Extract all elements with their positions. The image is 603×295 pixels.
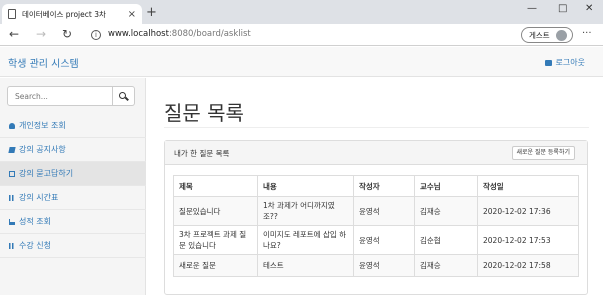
panel-heading: 내가 한 질문 목록 새로운 질문 등록하기 bbox=[165, 141, 587, 165]
search-input[interactable] bbox=[7, 86, 113, 106]
divider bbox=[164, 127, 589, 128]
back-icon[interactable]: ← bbox=[9, 27, 19, 41]
cell-title[interactable]: 새로운 질문 bbox=[173, 254, 258, 277]
page-icon bbox=[8, 9, 16, 19]
table-row[interactable]: 질문있습니다 1차 과제가 어디까지였조?? 윤영석 김재승 2020-12-0… bbox=[173, 196, 579, 226]
sidebar-item-label: 개인정보 조회 bbox=[19, 121, 66, 130]
profile-label: 게스트 bbox=[529, 30, 550, 40]
page-title: 질문 목록 bbox=[164, 101, 244, 125]
cell-title[interactable]: 질문있습니다 bbox=[173, 196, 258, 226]
sidebar-item-grades[interactable]: 성적 조회 bbox=[0, 210, 146, 234]
column-header-date[interactable]: 작성일 bbox=[477, 175, 579, 197]
cell-author: 윤영석 bbox=[353, 225, 415, 255]
sidebar-item-label: 강의 시간표 bbox=[19, 193, 59, 202]
sidebar-item-timetable[interactable]: 강의 시간표 bbox=[0, 186, 146, 210]
table-row[interactable]: 새로운 질문 테스트 윤영석 김재승 2020-12-02 17:58 bbox=[173, 254, 579, 277]
tab-title: 데이터베이스 project 3차 bbox=[22, 9, 106, 19]
user-icon bbox=[9, 122, 15, 129]
logout-link[interactable]: 로그아웃 bbox=[544, 57, 585, 68]
cell-date: 2020-12-02 17:36 bbox=[477, 196, 579, 226]
cell-professor: 김순협 bbox=[414, 225, 478, 255]
new-question-button[interactable]: 새로운 질문 등록하기 bbox=[511, 146, 575, 160]
browser-tab[interactable]: 데이터베이스 project 3차 × bbox=[2, 4, 142, 24]
table-icon bbox=[9, 194, 15, 201]
browser-toolbar: ← → ↻ i www.localhost:8080/board/asklist… bbox=[0, 24, 603, 46]
logout-label: 로그아웃 bbox=[555, 58, 585, 67]
sidebar-item-label: 강의 공지사항 bbox=[19, 145, 66, 154]
cell-date: 2020-12-02 17:53 bbox=[477, 225, 579, 255]
search-button[interactable] bbox=[113, 86, 135, 106]
tab-close-icon[interactable]: × bbox=[128, 9, 136, 20]
question-list-panel: 내가 한 질문 목록 새로운 질문 등록하기 제목 내용 작성자 교수님 작성일… bbox=[164, 140, 588, 295]
browser-tab-bar: 데이터베이스 project 3차 × + — □ ✕ bbox=[0, 0, 603, 24]
more-menu-icon[interactable]: ··· bbox=[582, 28, 592, 39]
address-bar[interactable]: www.localhost:8080/board/asklist bbox=[108, 29, 251, 39]
cell-author: 윤영석 bbox=[353, 254, 415, 277]
cell-content: 이미지도 레포트에 삽입 하나요? bbox=[257, 225, 354, 255]
sidebar-item-label: 수강 신청 bbox=[19, 241, 51, 250]
column-header-title[interactable]: 제목 bbox=[173, 175, 258, 197]
sidebar-item-qna[interactable]: 강의 묻고답하기 bbox=[0, 162, 146, 186]
sidebar-menu: 개인정보 조회 강의 공지사항 강의 묻고답하기 강의 시간표 성적 조회 수강… bbox=[0, 114, 146, 258]
cell-professor: 김재승 bbox=[414, 254, 478, 277]
url-host: www.localhost bbox=[108, 29, 169, 39]
table-row[interactable]: 3차 프로젝트 과제 질문 있습니다 이미지도 레포트에 삽입 하나요? 윤영석… bbox=[173, 225, 579, 255]
reload-icon[interactable]: ↻ bbox=[62, 27, 72, 41]
site-info-icon[interactable]: i bbox=[91, 30, 101, 40]
maximize-icon[interactable]: □ bbox=[558, 3, 567, 14]
sidebar-item-personal-info[interactable]: 개인정보 조회 bbox=[0, 114, 146, 138]
forward-icon[interactable]: → bbox=[36, 27, 46, 41]
column-header-professor[interactable]: 교수님 bbox=[414, 175, 478, 197]
sidebar-item-label: 성적 조회 bbox=[19, 217, 51, 226]
cell-title[interactable]: 3차 프로젝트 과제 질문 있습니다 bbox=[173, 225, 258, 255]
book-icon bbox=[8, 146, 16, 153]
cell-content: 1차 과제가 어디까지였조?? bbox=[257, 196, 354, 226]
table-icon bbox=[9, 242, 15, 249]
new-tab-button[interactable]: + bbox=[146, 5, 157, 20]
edit-icon bbox=[9, 170, 15, 177]
sidebar-item-registration[interactable]: 수강 신청 bbox=[0, 234, 146, 258]
avatar-icon bbox=[555, 29, 567, 41]
profile-button[interactable]: 게스트 bbox=[521, 27, 573, 43]
url-path: :8080/board/asklist bbox=[168, 29, 251, 39]
brand-link[interactable]: 학생 관리 시스템 bbox=[8, 55, 79, 70]
question-table: 제목 내용 작성자 교수님 작성일 질문있습니다 1차 과제가 어디까지였조??… bbox=[173, 175, 579, 277]
minimize-icon[interactable]: — bbox=[527, 3, 537, 14]
panel-title: 내가 한 질문 목록 bbox=[174, 149, 230, 158]
sidebar: 개인정보 조회 강의 공지사항 강의 묻고답하기 강의 시간표 성적 조회 수강… bbox=[0, 78, 146, 295]
sign-out-icon bbox=[544, 59, 552, 66]
app-navbar: 학생 관리 시스템 로그아웃 bbox=[0, 47, 603, 77]
sidebar-search bbox=[7, 86, 135, 106]
column-header-author[interactable]: 작성자 bbox=[353, 175, 415, 197]
column-header-content[interactable]: 내용 bbox=[257, 175, 354, 197]
cell-content: 테스트 bbox=[257, 254, 354, 277]
cell-professor: 김재승 bbox=[414, 196, 478, 226]
sidebar-item-notices[interactable]: 강의 공지사항 bbox=[0, 138, 146, 162]
bar-chart-icon bbox=[9, 218, 15, 225]
window-close-icon[interactable]: ✕ bbox=[585, 3, 593, 14]
cell-date: 2020-12-02 17:58 bbox=[477, 254, 579, 277]
cell-author: 윤영석 bbox=[353, 196, 415, 226]
sidebar-item-label: 강의 묻고답하기 bbox=[19, 169, 74, 178]
table-header-row: 제목 내용 작성자 교수님 작성일 bbox=[173, 175, 579, 197]
